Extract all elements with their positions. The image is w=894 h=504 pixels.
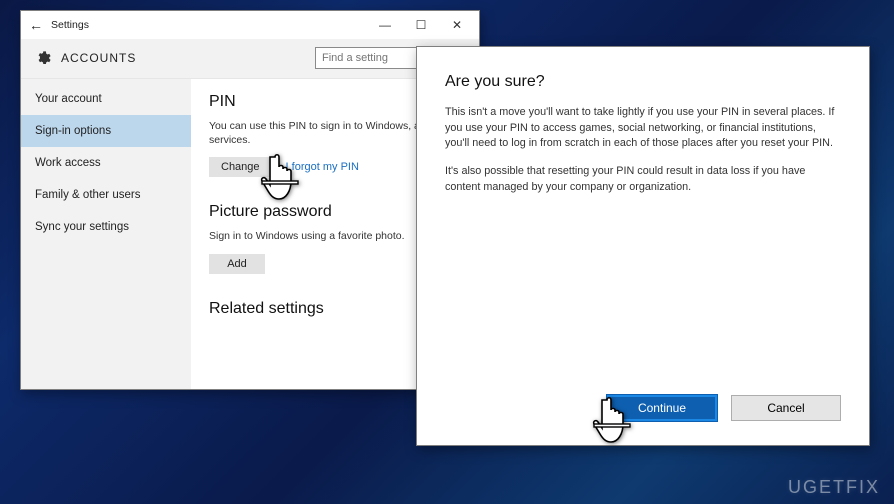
watermark: UGETFIX [788,477,880,498]
forgot-pin-link[interactable]: I forgot my PIN [286,161,359,173]
page-title: ACCOUNTS [61,51,136,65]
dialog-actions: Continue Cancel [445,395,841,425]
back-icon[interactable]: ← [25,17,47,33]
maximize-icon[interactable]: ☐ [403,13,439,37]
minimize-icon[interactable]: — [367,13,403,37]
sidebar-item-family-other-users[interactable]: Family & other users [21,179,191,211]
sidebar: Your account Sign-in options Work access… [21,79,191,389]
cancel-button[interactable]: Cancel [731,395,841,421]
gear-icon [35,50,51,66]
settings-header: ACCOUNTS [21,39,479,79]
dialog-text-1: This isn't a move you'll want to take li… [445,105,841,152]
continue-button[interactable]: Continue [607,395,717,421]
dialog-title: Are you sure? [445,73,841,91]
close-icon[interactable]: ✕ [439,13,475,37]
confirm-dialog: Are you sure? This isn't a move you'll w… [416,46,870,446]
sidebar-item-sync-settings[interactable]: Sync your settings [21,211,191,243]
settings-window: ← Settings — ☐ ✕ ACCOUNTS Your account S… [20,10,480,390]
dialog-text-2: It's also possible that resetting your P… [445,164,841,195]
add-picture-password-button[interactable]: Add [209,254,265,274]
sidebar-item-sign-in-options[interactable]: Sign-in options [21,115,191,147]
sidebar-item-work-access[interactable]: Work access [21,147,191,179]
window-titlebar: ← Settings — ☐ ✕ [21,11,479,39]
sidebar-item-your-account[interactable]: Your account [21,83,191,115]
change-pin-button[interactable]: Change [209,157,272,177]
window-title: Settings [51,19,89,31]
settings-body: Your account Sign-in options Work access… [21,79,479,389]
window-controls: — ☐ ✕ [367,13,475,37]
